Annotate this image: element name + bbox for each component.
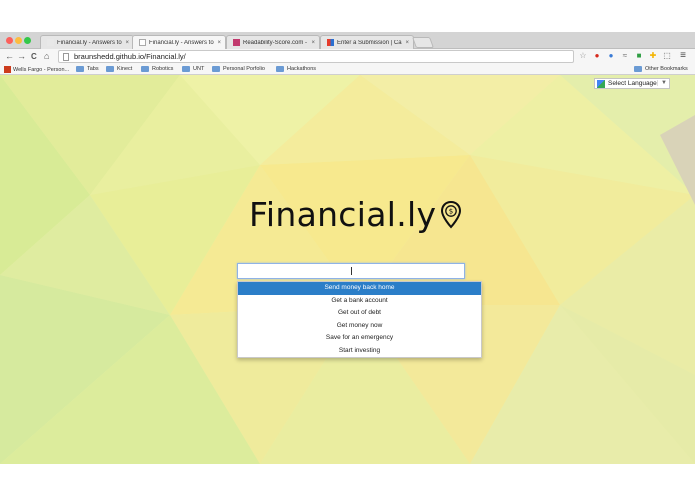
site-logo: Financial.ly $ [249, 195, 462, 234]
suggestion-get-out-of-debt[interactable]: Get out of debt [238, 307, 481, 320]
bookmark-label: Personal Porfolio [223, 66, 265, 72]
logo-text: Financial.ly [249, 195, 436, 234]
suggestion-save-for-an-emergency[interactable]: Save for an emergency [238, 332, 481, 345]
menu-icon[interactable]: ≡ [678, 51, 688, 61]
tab-financially-2[interactable]: Financial.ly - Answers to i... × [132, 35, 226, 49]
new-tab-button[interactable] [411, 37, 435, 48]
puzzle-extension-icon[interactable]: ✚ [648, 51, 658, 61]
folder-icon [141, 66, 149, 72]
tab-capital-one[interactable]: Enter a Submission | Capi... × [320, 35, 414, 49]
search-input[interactable] [237, 263, 465, 279]
bookmark-label: UNT [193, 66, 205, 72]
minimize-window-icon[interactable] [15, 37, 22, 44]
suggestion-get-money-now[interactable]: Get money now [238, 320, 481, 333]
close-tab-icon[interactable]: × [125, 40, 129, 46]
other-bookmarks[interactable]: Other Bookmarks [634, 66, 688, 72]
logo-name: Financial [249, 195, 397, 234]
bookmark-folder-portfolio[interactable]: Personal Porfolio [212, 66, 265, 72]
page-icon [139, 39, 146, 46]
chevron-down-icon[interactable]: ▼ [657, 80, 667, 86]
browser-window: Financial.ly - Answers to i... × Financi… [0, 32, 695, 464]
home-button[interactable]: ⌂ [44, 50, 49, 63]
bookmark-label: Wells Fargo - Person... [13, 66, 70, 73]
bookmark-folder-hackathons[interactable]: Hackathons [276, 66, 316, 72]
folder-icon [276, 66, 284, 72]
resize-extension-icon[interactable]: ⬚ [662, 51, 672, 61]
suggestion-start-investing[interactable]: Start investing [238, 345, 481, 358]
folder-icon [634, 66, 642, 72]
other-bookmarks-label: Other Bookmarks [645, 66, 688, 72]
bookmark-folder-tabs[interactable]: Tabs [76, 66, 99, 72]
green-extension-icon[interactable]: ■ [634, 51, 644, 61]
wells-fargo-favicon-icon [4, 66, 11, 73]
close-window-icon[interactable] [6, 37, 13, 44]
svg-text:$: $ [449, 207, 453, 215]
folder-icon [106, 66, 114, 72]
tab-title: Readability-Score.com - F... [243, 39, 308, 46]
feed-extension-icon[interactable]: ≈ [620, 51, 630, 61]
close-tab-icon[interactable]: × [311, 40, 315, 46]
bookmark-label: Kinect [117, 66, 133, 72]
tab-title: Financial.ly - Answers to i... [57, 39, 123, 46]
maximize-window-icon[interactable] [24, 37, 31, 44]
google-translate-icon [597, 79, 605, 88]
suggestion-get-a-bank-account[interactable]: Get a bank account [238, 295, 481, 308]
bookmark-star-icon[interactable]: ☆ [578, 51, 588, 61]
folder-icon [212, 66, 220, 72]
reload-button[interactable]: C [31, 50, 37, 63]
browser-toolbar: ← → C ⌂ braunshedd.github.io/Financial.l… [0, 49, 695, 64]
bookmark-folder-unt[interactable]: UNT [182, 66, 204, 72]
text-cursor [351, 267, 352, 275]
bookmark-label: Tabs [87, 66, 99, 72]
logo-suffix: .ly [396, 195, 437, 234]
suggestion-send-money-back-home[interactable]: Send money back home [238, 282, 481, 295]
tab-financially-1[interactable]: Financial.ly - Answers to i... × [40, 35, 134, 49]
tab-title: Enter a Submission | Capi... [337, 39, 402, 46]
page-icon [47, 39, 54, 46]
folder-icon [182, 66, 190, 72]
opera-extension-icon[interactable]: ● [592, 51, 602, 61]
bookmark-label: Hackathons [287, 66, 317, 72]
tab-readability[interactable]: Readability-Score.com - F... × [226, 35, 320, 49]
suggestions-dropdown: Send money back home Get a bank account … [237, 281, 482, 358]
close-tab-icon[interactable]: × [217, 40, 221, 46]
bookmarks-bar: Wells Fargo - Person... Tabs Kinect Robo… [0, 64, 695, 75]
bookmark-folder-kinect[interactable]: Kinect [106, 66, 132, 72]
bookmark-label: Robotics [152, 66, 174, 72]
page-content: Select Language ▼ Financial.ly $ Send mo… [0, 75, 695, 464]
forward-button[interactable]: → [17, 50, 26, 63]
tab-strip: Financial.ly - Answers to i... × Financi… [0, 32, 695, 49]
page-info-icon[interactable] [63, 52, 69, 61]
capital-one-favicon-icon [327, 39, 334, 46]
address-bar[interactable]: braunshedd.github.io/Financial.ly/ [58, 50, 574, 63]
extension-icon[interactable]: ● [606, 51, 616, 61]
translate-label: Select Language [608, 80, 657, 87]
close-tab-icon[interactable]: × [405, 40, 409, 46]
tab-title: Financial.ly - Answers to i... [149, 39, 215, 46]
bookmark-folder-robotics[interactable]: Robotics [141, 66, 173, 72]
bookmark-wells-fargo[interactable]: Wells Fargo - Person... [4, 66, 69, 73]
location-pin-dollar-icon: $ [441, 200, 462, 228]
readability-favicon-icon [233, 39, 240, 46]
folder-icon [76, 66, 84, 72]
address-url: braunshedd.github.io/Financial.ly/ [74, 52, 186, 61]
translate-selector[interactable]: Select Language ▼ [594, 78, 670, 89]
back-button[interactable]: ← [5, 50, 14, 63]
